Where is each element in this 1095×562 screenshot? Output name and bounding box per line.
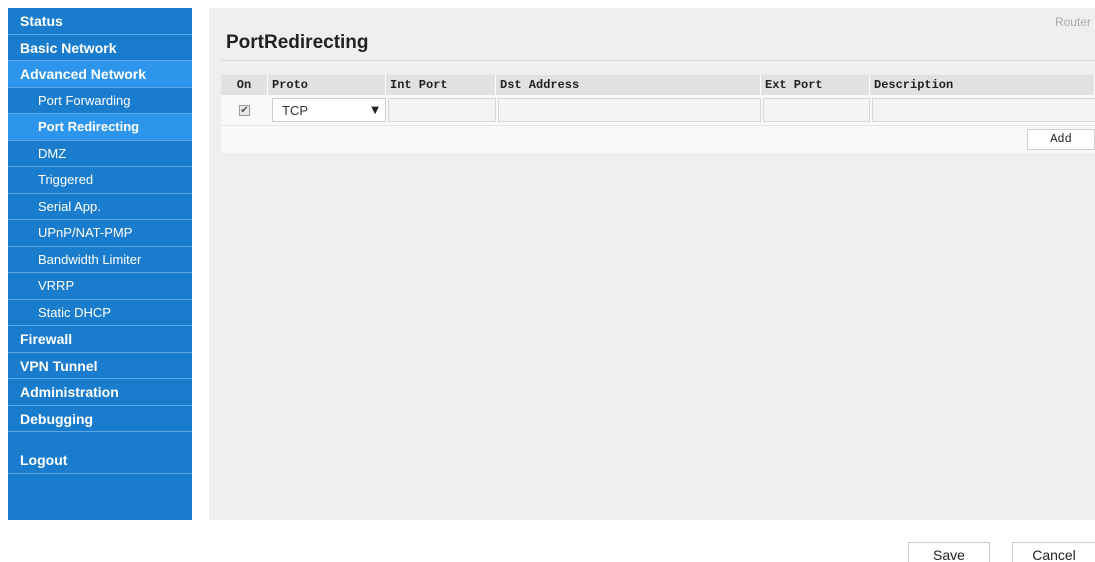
description-input[interactable] [872, 98, 1095, 122]
sidebar-item-port-forwarding[interactable]: Port Forwarding [8, 88, 192, 114]
ext-port-input[interactable] [763, 98, 870, 122]
column-header-on: On [221, 75, 268, 95]
on-cell: ✔ [221, 98, 268, 122]
dst-address-cell [496, 98, 761, 122]
proto-cell: TCP ▼ [268, 98, 386, 122]
main-panel: Router PortRedirecting On Proto Int Port… [209, 8, 1095, 520]
sidebar-item-vpn-tunnel[interactable]: VPN Tunnel [8, 353, 192, 379]
sidebar-item-basic-network[interactable]: Basic Network [8, 35, 192, 61]
save-button[interactable]: Save [908, 542, 990, 562]
sidebar-item-serial-app[interactable]: Serial App. [8, 194, 192, 220]
sidebar-item-debugging[interactable]: Debugging [8, 406, 192, 432]
sidebar-item-triggered[interactable]: Triggered [8, 167, 192, 194]
table-edit-row: ✔ TCP ▼ [221, 95, 1095, 125]
sidebar-item-static-dhcp[interactable]: Static DHCP [8, 300, 192, 326]
sidebar-item-upnp-nat-pmp[interactable]: UPnP/NAT-PMP [8, 220, 192, 247]
port-redirect-table: On Proto Int Port Dst Address Ext Port D… [221, 75, 1095, 153]
int-port-input[interactable] [388, 98, 496, 122]
sidebar-item-status[interactable]: Status [8, 8, 192, 35]
on-checkbox[interactable]: ✔ [239, 104, 250, 116]
column-header-dst-address: Dst Address [496, 75, 761, 95]
sidebar-item-firewall[interactable]: Firewall [8, 326, 192, 353]
int-port-cell [386, 98, 496, 122]
router-label: Router [1054, 15, 1091, 29]
sidebar-item-administration[interactable]: Administration [8, 379, 192, 406]
sidebar-item-vrrp[interactable]: VRRP [8, 273, 192, 300]
sidebar-item-bandwidth-limiter[interactable]: Bandwidth Limiter [8, 247, 192, 273]
proto-select[interactable]: TCP ▼ [272, 98, 386, 122]
ext-port-cell [761, 98, 870, 122]
title-divider [221, 60, 1095, 61]
table-header-row: On Proto Int Port Dst Address Ext Port D… [221, 75, 1095, 95]
column-header-description: Description [870, 75, 1095, 95]
sidebar-nav: Status Basic Network Advanced Network Po… [8, 8, 192, 520]
page-title: PortRedirecting [226, 32, 369, 53]
sidebar-item-dmz[interactable]: DMZ [8, 141, 192, 167]
column-header-ext-port: Ext Port [761, 75, 870, 95]
description-cell [870, 98, 1095, 122]
sidebar-item-advanced-network[interactable]: Advanced Network [8, 61, 192, 88]
chevron-down-icon: ▼ [371, 104, 379, 116]
column-header-proto: Proto [268, 75, 386, 95]
proto-select-value: TCP [282, 102, 308, 118]
dst-address-input[interactable] [498, 98, 761, 122]
add-button[interactable]: Add [1027, 129, 1095, 150]
column-header-int-port: Int Port [386, 75, 496, 95]
sidebar-item-logout[interactable]: Logout [8, 447, 192, 474]
sidebar-item-port-redirecting[interactable]: Port Redirecting [8, 114, 192, 141]
cancel-button[interactable]: Cancel [1012, 542, 1095, 562]
table-actions-row: Add [221, 125, 1095, 153]
